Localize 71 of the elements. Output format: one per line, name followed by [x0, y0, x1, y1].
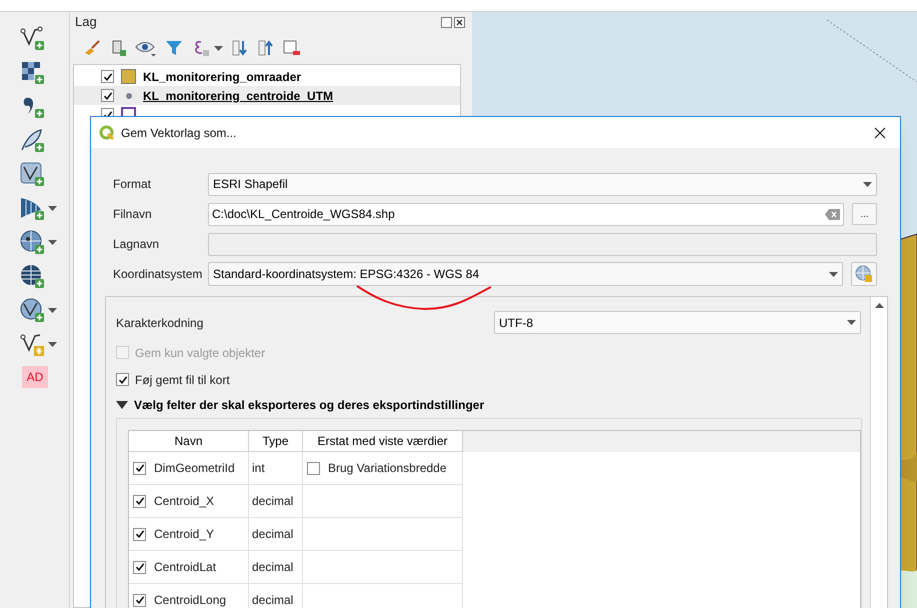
dropdown-caret-icon [214, 46, 223, 50]
app-logo-icon [99, 124, 115, 140]
feather-plus-icon[interactable] [20, 128, 45, 153]
table-cell: decimal [249, 518, 303, 551]
checkbox[interactable] [133, 494, 146, 508]
remove-layer-icon[interactable] [283, 39, 301, 57]
dialog-title: Gem Vektorlag som... [121, 124, 236, 142]
table-cell: int [249, 452, 303, 485]
globe-plus-icon[interactable] [20, 264, 45, 289]
encoding-dropdown[interactable]: UTF-8 [494, 311, 861, 334]
field-label: Format [113, 176, 152, 193]
raster-plus-icon[interactable] [20, 60, 45, 85]
float-panel-icon[interactable] [441, 16, 452, 28]
collapse-toggle-icon[interactable] [116, 401, 128, 409]
group-title: Vælg felter der skal eksporteres og deres eksportindstillinger [134, 397, 484, 414]
mesh-plus-icon[interactable] [20, 196, 45, 221]
dropdown-caret-icon [863, 182, 872, 186]
field-label: Lagnavn [113, 236, 160, 253]
table-cell: decimal [249, 551, 303, 584]
panel-title: Lag [75, 13, 97, 32]
filename-field[interactable]: C:\doc\KL_Centroide_WGS84.shp [208, 202, 844, 226]
crs-dropdown[interactable]: Standard-koordinatsystem: EPSG:4326 - WGS 84 [208, 262, 843, 286]
dropdown-caret-icon [874, 303, 884, 308]
column-header[interactable]: Navn [129, 431, 249, 452]
brush-icon[interactable] [83, 39, 101, 57]
checkbox[interactable] [133, 594, 146, 606]
vector-star-icon[interactable] [20, 332, 45, 357]
close-panel-icon[interactable] [454, 16, 465, 28]
expand-all-icon[interactable] [231, 39, 249, 57]
layer-name: KL_monitorering_omraader [143, 68, 302, 86]
field-label: Koordinatsystem [113, 266, 204, 283]
layer-row[interactable]: KL_monitorering_centroide_UTM [74, 86, 460, 105]
clear-icon[interactable] [825, 208, 840, 220]
field-label: Karakterkodning [116, 314, 204, 332]
collapse-all-icon[interactable] [257, 39, 275, 57]
field-name: CentroidLong [154, 592, 226, 608]
checkbox[interactable] [116, 373, 129, 386]
browse-button[interactable]: ... [852, 203, 877, 225]
dropdown-caret-icon [829, 272, 838, 276]
checkbox[interactable] [133, 462, 146, 474]
checkbox[interactable] [307, 462, 320, 474]
option-label: Gem kun valgte objekter [135, 344, 266, 362]
vector-plus-icon[interactable] [20, 26, 45, 51]
globe-vector-plus-icon[interactable] [20, 298, 45, 323]
option-label: Brug Variationsbredde [328, 460, 447, 477]
checkbox[interactable] [101, 89, 114, 102]
table-cell: decimal [249, 485, 303, 518]
crs-select-button[interactable] [851, 262, 877, 286]
vector-box-plus-icon[interactable] [20, 162, 45, 187]
checkbox[interactable] [133, 528, 146, 540]
globe-pin-plus-icon[interactable] [20, 230, 45, 255]
option-label: Føj gemt fil til kort [135, 372, 230, 388]
close-icon [874, 126, 886, 138]
format-dropdown[interactable]: ESRI Shapefil [208, 172, 877, 196]
checkbox[interactable] [133, 560, 146, 574]
eye-icon[interactable] [135, 39, 157, 57]
filter-icon[interactable] [165, 39, 183, 57]
field-label: Filnavn [113, 206, 153, 223]
column-header[interactable]: Erstat med viste værdier [303, 431, 463, 452]
scrollbar[interactable] [870, 297, 887, 608]
layer-name: KL_monitorering_centroide_UTM [143, 88, 334, 104]
field-name: DimGeometriId [154, 460, 235, 477]
field-name: CentroidLat [154, 559, 216, 576]
field-name: Centroid_Y [154, 526, 214, 543]
globe-edit-icon [855, 265, 873, 283]
dropdown-caret-icon [847, 320, 856, 325]
table-cell: decimal [249, 584, 303, 608]
checkbox[interactable] [101, 70, 114, 83]
field-name: Centroid_X [154, 493, 214, 510]
column-header[interactable]: Type [249, 431, 303, 452]
layer-row[interactable]: KL_monitorering_omraader [74, 67, 460, 86]
